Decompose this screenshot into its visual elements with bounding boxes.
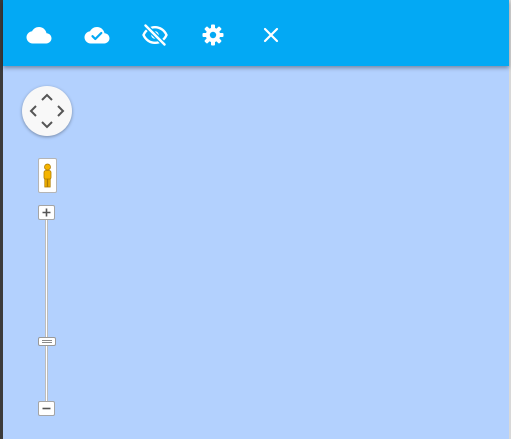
minus-icon	[42, 407, 51, 410]
street-view-pegman[interactable]	[38, 158, 57, 193]
zoom-in-button[interactable]	[38, 205, 55, 220]
pan-right-icon[interactable]	[54, 104, 68, 118]
zoom-slider-track[interactable]	[45, 220, 48, 404]
close-icon	[263, 27, 279, 43]
cloud-check-icon	[84, 27, 110, 44]
pegman-icon	[43, 163, 52, 188]
cloud-check-button[interactable]	[83, 21, 111, 49]
cloud-button[interactable]	[25, 21, 53, 49]
top-toolbar	[3, 0, 509, 66]
visibility-toggle-button[interactable]	[141, 21, 169, 49]
plus-icon	[42, 208, 51, 217]
pan-control	[22, 86, 72, 136]
map-canvas[interactable]	[3, 66, 509, 439]
zoom-slider-thumb[interactable]	[38, 337, 56, 346]
pan-left-icon[interactable]	[26, 104, 40, 118]
pan-down-icon[interactable]	[40, 118, 54, 132]
close-button[interactable]	[257, 21, 285, 49]
pan-up-icon[interactable]	[40, 90, 54, 104]
zoom-out-button[interactable]	[38, 401, 55, 416]
settings-button[interactable]	[199, 21, 227, 49]
eye-off-icon	[142, 24, 168, 46]
gear-icon	[202, 24, 224, 46]
cloud-icon	[26, 27, 52, 44]
